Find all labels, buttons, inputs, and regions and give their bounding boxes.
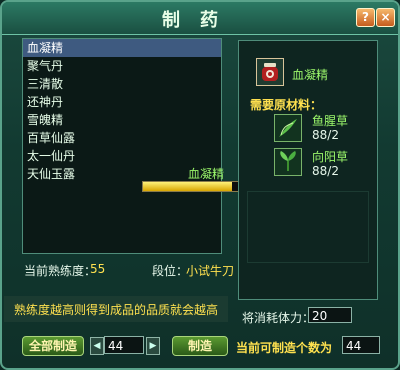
recipe-list: 血凝精 聚气丹 三清散 还神丹 雪魄精 百草仙露 太一仙丹 天仙玉露: [22, 38, 222, 254]
crafting-progress-fill: [143, 182, 232, 191]
recipe-list-item[interactable]: 三清散: [23, 75, 221, 93]
product-name: 血凝精: [292, 68, 329, 82]
material-count-1: 88/2: [312, 128, 339, 142]
proficiency-label: 当前熟练度：: [24, 264, 97, 278]
herb-leaf-icon: [279, 119, 297, 137]
recipe-list-item[interactable]: 聚气丹: [23, 57, 221, 75]
window-title: 制药: [162, 10, 238, 31]
material-icon-2[interactable]: [274, 148, 302, 176]
herb-leaf-icon: [280, 151, 296, 171]
materials-label: 需要原材料：: [250, 98, 323, 112]
crafting-window: 制药 ? × 血凝精 聚气丹 三清散 还神丹 雪魄精 百草仙露 太一仙丹 天仙玉露 血凝精 血…: [0, 0, 400, 370]
decrease-quantity-button[interactable]: ◀: [90, 337, 104, 355]
title-bar[interactable]: 制药 ? ×: [2, 2, 398, 35]
recipe-list-item[interactable]: 雪魄精: [23, 111, 221, 129]
recipe-list-item[interactable]: 太一仙丹: [23, 147, 221, 165]
stamina-label: 将消耗体力：: [242, 311, 315, 325]
help-button[interactable]: ?: [356, 8, 375, 27]
make-all-button[interactable]: 全部制造: [22, 336, 84, 356]
quantity-input[interactable]: 44: [104, 336, 144, 354]
history-box: [247, 191, 369, 263]
hint-text: 熟练度越高则得到成品的品质就会越高: [14, 303, 219, 317]
close-button[interactable]: ×: [376, 8, 395, 27]
rank-label: 段位：: [152, 264, 189, 278]
material-count-2: 88/2: [312, 164, 339, 178]
stamina-field: 20: [308, 307, 352, 323]
increase-quantity-button[interactable]: ▶: [146, 337, 160, 355]
material-icon-1[interactable]: [274, 114, 302, 142]
can-make-label: 当前可制造个数为: [236, 341, 333, 355]
rank-value: 小试牛刀: [186, 264, 235, 278]
proficiency-value: 55: [90, 262, 106, 276]
potion-jar-icon: [262, 63, 278, 81]
material-name-1: 鱼腥草: [312, 114, 349, 128]
recipe-list-item[interactable]: 血凝精: [23, 39, 221, 57]
recipe-list-item[interactable]: 百草仙露: [23, 129, 221, 147]
can-make-value: 44: [342, 336, 380, 354]
product-icon[interactable]: [256, 58, 284, 86]
material-name-2: 向阳草: [312, 150, 349, 164]
recipe-list-item[interactable]: 还神丹: [23, 93, 221, 111]
make-button[interactable]: 制造: [172, 336, 228, 356]
progress-label: 血凝精: [188, 167, 225, 181]
